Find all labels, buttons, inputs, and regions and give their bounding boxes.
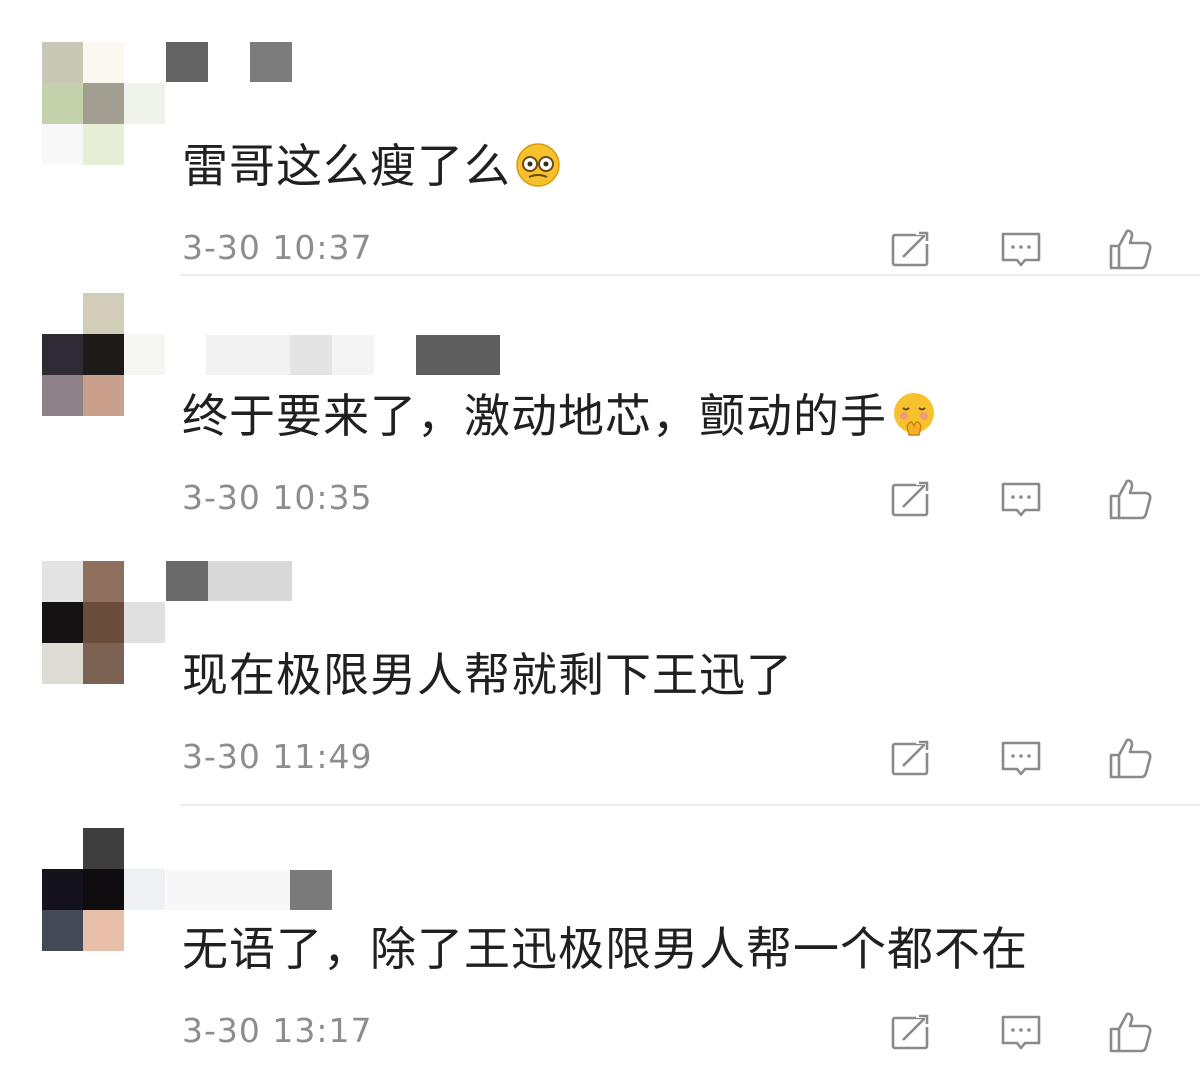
comment-text-content: 现在极限男人帮就剩下王迅了 [182, 648, 793, 702]
username-redacted[interactable] [166, 42, 506, 82]
comment-text-content: 无语了，除了王迅极限男人帮一个都不在 [182, 922, 1028, 976]
thumbs-up-icon [1109, 1012, 1152, 1053]
avatar-pixel [124, 910, 165, 951]
share-button[interactable] [886, 733, 936, 783]
avatar-pixel [83, 293, 124, 334]
thumbs-up-icon [1109, 479, 1152, 520]
avatar-pixel [83, 561, 124, 602]
redacted-block [166, 42, 208, 82]
avatar-pixel [83, 375, 124, 416]
avatar-pixel [124, 375, 165, 416]
thumbs-up-icon [1109, 738, 1152, 779]
comment-text: 现在极限男人帮就剩下王迅了 [182, 645, 793, 705]
thumbs-up-icon [1109, 229, 1152, 270]
like-button[interactable] [1106, 474, 1156, 524]
redacted-block [416, 335, 500, 375]
avatar-pixel [42, 42, 83, 83]
share-icon [891, 479, 931, 517]
avatar-pixel [83, 643, 124, 684]
avatar-pixel [83, 602, 124, 643]
comment-actions [0, 733, 1200, 783]
avatar-pixel [42, 602, 83, 643]
avatar-pixel [124, 334, 165, 375]
share-button[interactable] [886, 474, 936, 524]
avatar[interactable] [42, 293, 166, 417]
avatar-pixel [124, 124, 165, 165]
avatar-pixel [42, 561, 83, 602]
comment-text: 无语了，除了王迅极限男人帮一个都不在 [182, 919, 1028, 979]
like-button[interactable] [1106, 733, 1156, 783]
share-button[interactable] [886, 1007, 936, 1057]
divider [180, 804, 1200, 806]
comment-text: 雷哥这么瘦了么 [182, 136, 561, 196]
avatar-pixel [42, 828, 83, 869]
reply-icon [1001, 741, 1041, 776]
avatar-pixel [124, 643, 165, 684]
comment-actions [0, 1007, 1200, 1057]
avatar-pixel [124, 293, 165, 334]
share-button[interactable] [886, 224, 936, 274]
divider [180, 274, 1200, 276]
avatar-pixel [42, 83, 83, 124]
comment-actions [0, 224, 1200, 274]
reply-button[interactable] [996, 1007, 1046, 1057]
thinking-face-emoji [516, 143, 560, 187]
share-icon [891, 738, 931, 776]
share-icon [891, 229, 931, 267]
avatar-pixel [42, 334, 83, 375]
like-button[interactable] [1106, 224, 1156, 274]
reply-button[interactable] [996, 224, 1046, 274]
avatar-pixel [124, 42, 165, 83]
avatar-pixel [42, 375, 83, 416]
avatar-pixel [83, 828, 124, 869]
share-icon [891, 1012, 931, 1050]
comment-text-content: 雷哥这么瘦了么 [182, 139, 511, 193]
redacted-block [250, 42, 292, 82]
reply-icon [1001, 482, 1041, 517]
reply-icon [1001, 1015, 1041, 1050]
avatar-pixel [124, 561, 165, 602]
reply-icon [1001, 232, 1041, 267]
avatar-pixel [83, 42, 124, 83]
username-redacted[interactable] [166, 561, 506, 601]
avatar-pixel [42, 869, 83, 910]
redacted-block [332, 335, 374, 375]
avatar-pixel [83, 334, 124, 375]
avatar-pixel [124, 869, 165, 910]
like-button[interactable] [1106, 1007, 1156, 1057]
username-redacted[interactable] [166, 335, 506, 375]
avatar[interactable] [42, 561, 166, 685]
comment-feed: 雷哥这么瘦了么 3-30 10:37 终于要来了，激动地芯，颤动的手 3-30 … [0, 0, 1200, 1077]
comment-text: 终于要来了，激动地芯，颤动的手 [182, 386, 937, 446]
reply-button[interactable] [996, 474, 1046, 524]
avatar-pixel [42, 643, 83, 684]
avatar-pixel [42, 124, 83, 165]
comment-text-content: 终于要来了，激动地芯，颤动的手 [182, 389, 887, 443]
avatar-pixel [42, 910, 83, 951]
avatar-pixel [124, 828, 165, 869]
avatar[interactable] [42, 42, 166, 166]
redacted-block [290, 870, 332, 910]
redacted-block [208, 561, 292, 601]
avatar-pixel [124, 602, 165, 643]
avatar-pixel [83, 869, 124, 910]
comment-actions [0, 474, 1200, 524]
redacted-block [166, 870, 290, 910]
reply-button[interactable] [996, 733, 1046, 783]
avatar-pixel [83, 124, 124, 165]
avatar-pixel [83, 83, 124, 124]
redacted-block [166, 561, 208, 601]
username-redacted[interactable] [166, 870, 506, 910]
redacted-block [290, 335, 332, 375]
avatar-pixel [42, 293, 83, 334]
flushed-hands-emoji [894, 393, 934, 436]
avatar[interactable] [42, 828, 166, 952]
avatar-pixel [83, 910, 124, 951]
avatar-pixel [124, 83, 165, 124]
redacted-block [206, 335, 290, 375]
